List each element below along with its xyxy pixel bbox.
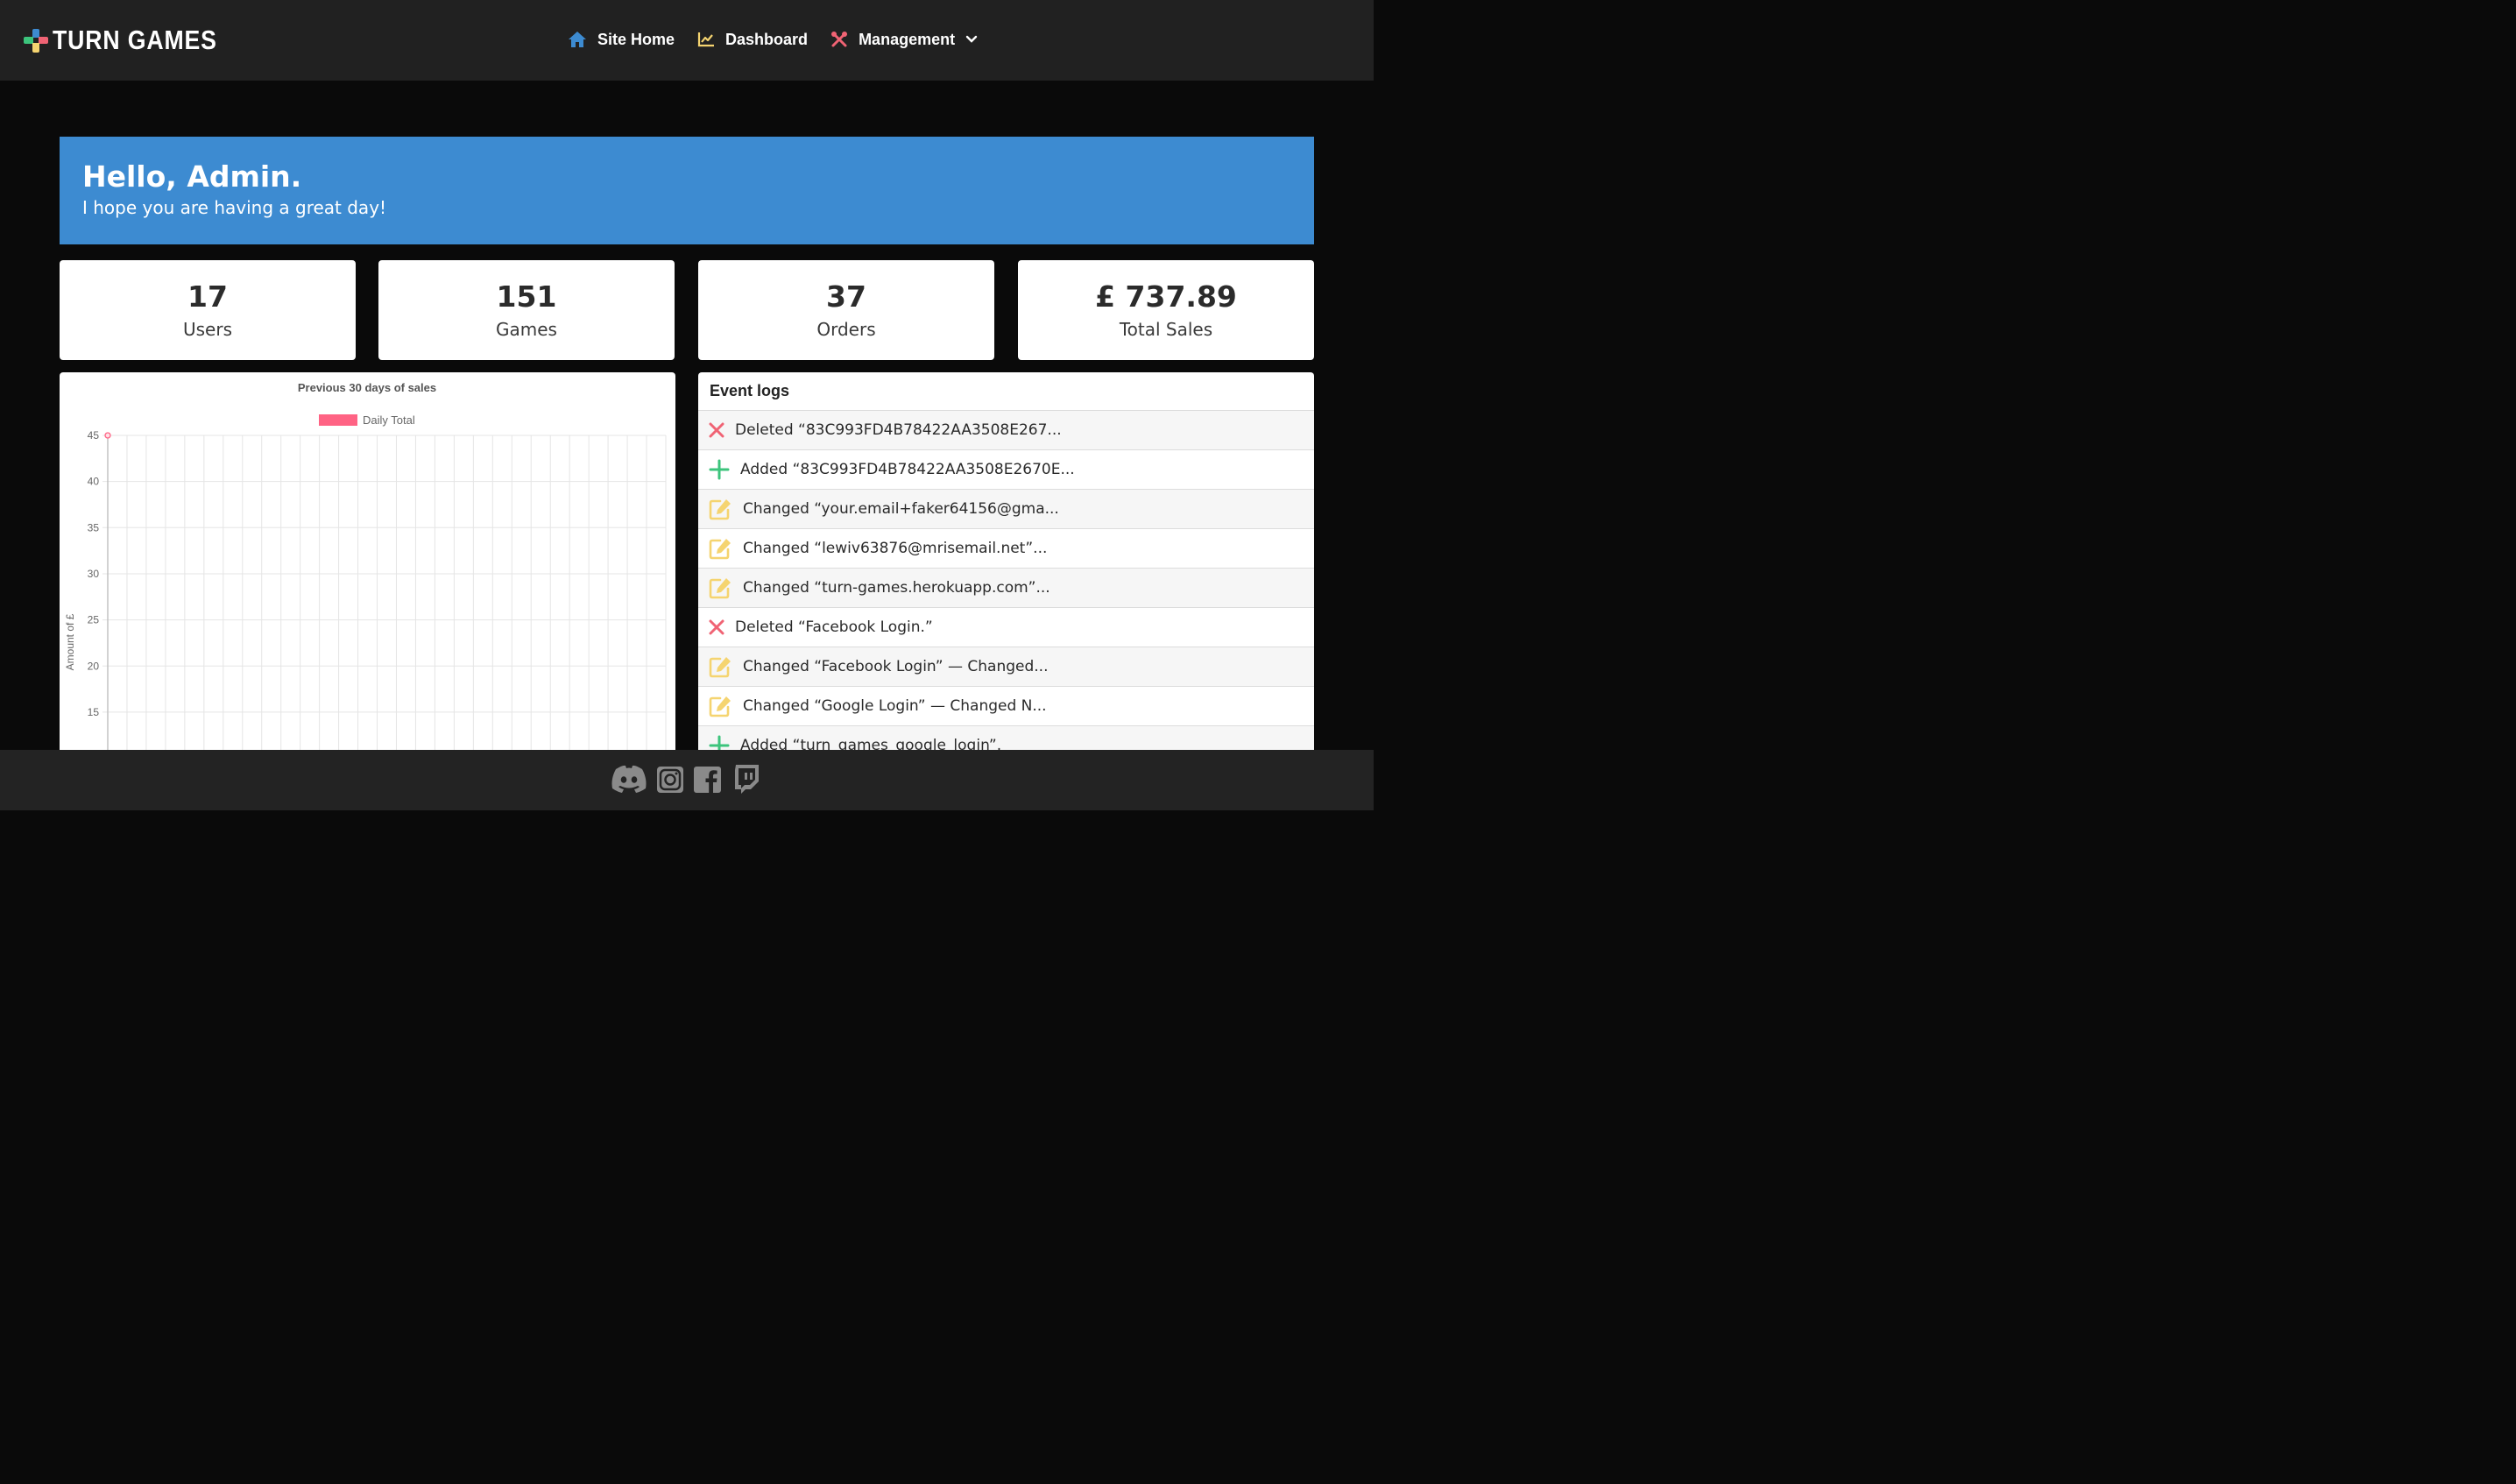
tools-icon — [831, 32, 848, 47]
event-log-row: Changed “turn-games.herokuapp.com”... — [698, 569, 1314, 608]
chevron-down-icon — [965, 35, 978, 43]
stat-card-total-sales: £ 737.89 Total Sales — [1018, 260, 1314, 360]
edit-icon — [709, 578, 731, 599]
x-icon — [709, 422, 724, 438]
y-tick-label: 40 — [88, 476, 100, 488]
nav-site-home[interactable]: Site Home — [568, 28, 675, 51]
brand-name: TURN GAMES — [53, 25, 217, 55]
stat-value: 37 — [826, 279, 866, 314]
facebook-icon[interactable] — [693, 764, 723, 799]
welcome-banner: Hello, Admin. I hope you are having a gr… — [60, 137, 1314, 244]
edit-icon — [709, 499, 731, 520]
instagram-icon[interactable] — [656, 764, 684, 799]
x-icon — [709, 619, 724, 635]
event-log-row: Changed “lewiv63876@mrisemail.net”... — [698, 529, 1314, 569]
event-log-text: Changed “turn-games.herokuapp.com”... — [743, 579, 1050, 597]
nav-dashboard[interactable]: Dashboard — [697, 28, 808, 51]
event-log-row: Deleted “83C993FD4B78422AA3508E267... — [698, 411, 1314, 450]
event-log-text: Changed “Google Login” — Changed N... — [743, 697, 1047, 715]
edit-icon — [709, 539, 731, 560]
stat-card-users: 17 Users — [60, 260, 356, 360]
event-log-text: Added “83C993FD4B78422AA3508E2670E... — [740, 461, 1075, 478]
chart-title: Previous 30 days of sales — [298, 381, 436, 394]
y-tick-label: 20 — [88, 660, 100, 672]
event-log-row: Changed “your.email+faker64156@gma... — [698, 490, 1314, 529]
y-tick-label: 15 — [88, 706, 100, 718]
twitch-icon[interactable] — [731, 764, 760, 799]
gamepad-cross-icon — [23, 27, 49, 53]
stat-label: Orders — [816, 319, 876, 340]
sales-chart: Previous 30 days of sales Daily Total Am… — [64, 381, 667, 758]
stat-card-games: 151 Games — [378, 260, 675, 360]
event-log-row: Changed “Facebook Login” — Changed... — [698, 647, 1314, 687]
event-log-text: Changed “lewiv63876@mrisemail.net”... — [743, 540, 1048, 557]
stat-value: 17 — [187, 279, 228, 314]
y-tick-label: 35 — [88, 521, 100, 534]
event-logs-panel: Event logs Deleted “83C993FD4B78422AA350… — [698, 372, 1314, 758]
stat-value: £ 737.89 — [1095, 279, 1237, 314]
stat-label: Total Sales — [1119, 319, 1213, 340]
stat-label: Games — [496, 319, 557, 340]
discord-icon[interactable] — [611, 764, 647, 799]
welcome-title: Hello, Admin. — [82, 159, 302, 194]
edit-icon — [709, 696, 731, 717]
sales-chart-card: Previous 30 days of sales Daily Total Am… — [60, 372, 675, 758]
home-icon — [569, 32, 586, 47]
stat-value: 151 — [496, 279, 557, 314]
event-log-row: Added “83C993FD4B78422AA3508E2670E... — [698, 450, 1314, 490]
nav-dashboard-label: Dashboard — [725, 30, 809, 48]
stat-card-orders: 37 Orders — [698, 260, 994, 360]
nav-site-home-label: Site Home — [597, 30, 675, 48]
event-log-text: Changed “Facebook Login” — Changed... — [743, 658, 1049, 675]
event-logs-title: Event logs — [698, 372, 1314, 411]
welcome-subtitle: I hope you are having a great day! — [82, 197, 387, 218]
main-nav: Site Home Dashboard Management — [568, 28, 1000, 51]
y-tick-label: 45 — [88, 429, 100, 442]
y-axis-label: Amount of £ — [64, 613, 76, 670]
stat-label: Users — [182, 319, 232, 340]
legend-swatch — [319, 414, 357, 426]
y-tick-label: 30 — [88, 568, 100, 580]
event-log-row: Changed “Google Login” — Changed N... — [698, 687, 1314, 726]
event-log-text: Deleted “Facebook Login.” — [735, 618, 933, 636]
footer — [0, 750, 1374, 810]
y-tick-label: 25 — [88, 614, 100, 626]
nav-management-label: Management — [859, 30, 956, 48]
data-point[interactable] — [104, 432, 111, 439]
event-log-row: Deleted “Facebook Login.” — [698, 608, 1314, 647]
brand-logo-link[interactable]: TURN GAMES — [23, 26, 244, 53]
plus-icon — [709, 459, 730, 480]
event-log-text: Deleted “83C993FD4B78422AA3508E267... — [735, 421, 1062, 439]
nav-management-dropdown[interactable]: Management — [830, 28, 978, 51]
top-navbar: TURN GAMES Site Home Dashboard Managemen… — [0, 0, 1374, 81]
chart-line-icon — [697, 32, 715, 47]
edit-icon — [709, 657, 731, 678]
legend-label: Daily Total — [363, 413, 415, 427]
event-log-text: Changed “your.email+faker64156@gma... — [743, 500, 1059, 518]
event-log-list: Deleted “83C993FD4B78422AA3508E267... Add… — [698, 411, 1314, 758]
social-links — [611, 764, 768, 799]
